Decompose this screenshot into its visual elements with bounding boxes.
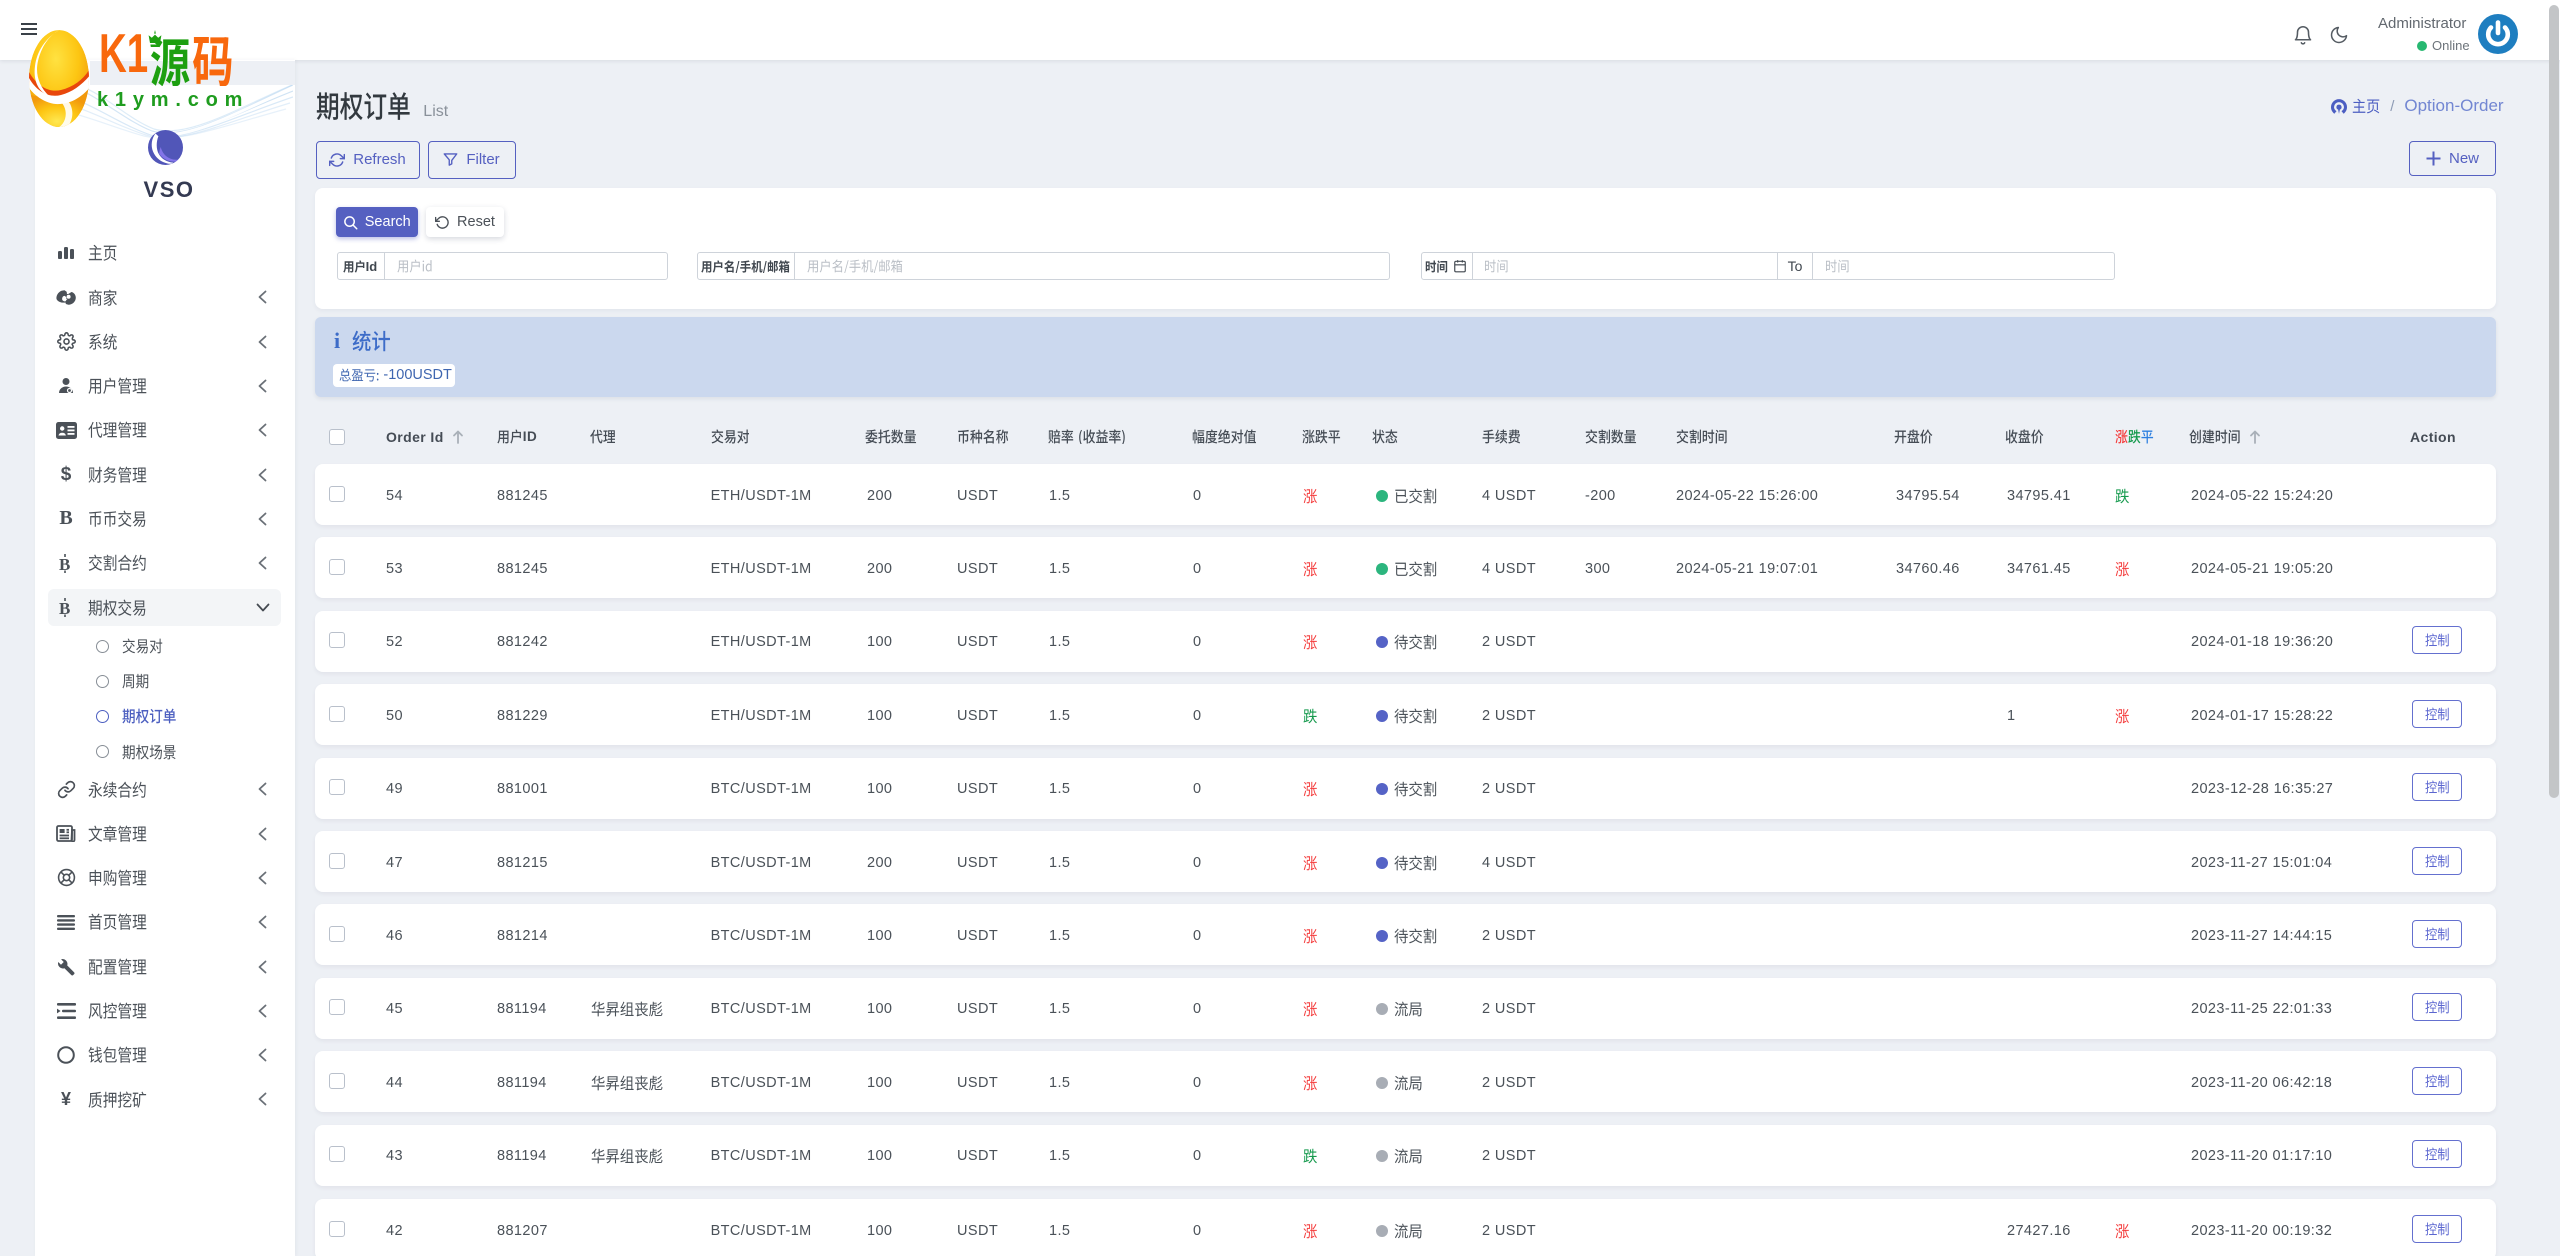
svg-text:B: B [59, 599, 70, 617]
svg-text:B: B [59, 555, 70, 573]
